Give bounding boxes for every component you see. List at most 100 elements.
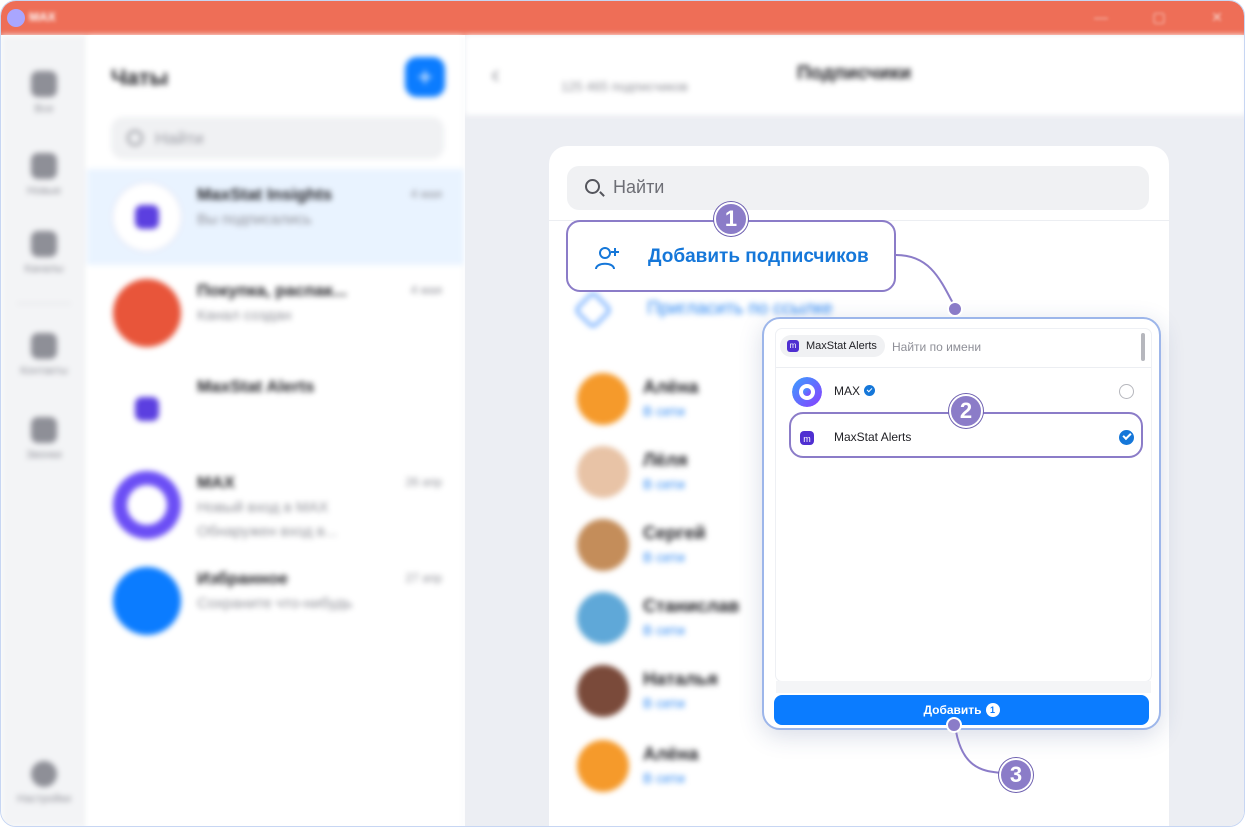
app-name: MAX [29,10,56,24]
avatar [577,592,629,644]
avatar [113,471,181,539]
app-window: MAX — ▢ ✕ Все Новые Каналы Контакты Звон… [0,0,1245,827]
chip-label: MaxStat Alerts [806,340,877,352]
chat-row[interactable]: Покупка, распак... Канал создан 4 мая [87,265,464,361]
chat-time: 27 апр [405,571,442,585]
rail-label: Каналы [24,263,64,275]
avatar [113,375,181,443]
chat-time: 26 апр [405,475,442,489]
chat-list-title: Чаты [111,65,169,90]
rail-item-all[interactable]: Все [1,71,87,115]
add-user-icon [595,247,619,270]
chat-list-panel: Чаты + Найти MaxStat Insights Вы подписа… [87,35,464,826]
subscriber-status: В сети [643,695,685,711]
close-window-button[interactable]: ✕ [1209,9,1225,25]
step-badge-3: 3 [999,758,1033,792]
step-badge-2: 2 [949,394,983,428]
rail-label: Контакты [20,365,68,377]
chat-name: MAX [197,473,235,492]
back-button[interactable]: ‹ [491,59,500,90]
chat-bubble-icon [31,71,57,97]
minimize-button[interactable]: — [1093,9,1109,25]
divider [776,367,1151,368]
chat-row[interactable]: Избранное Сохраните что-нибудь 27 апр [87,553,464,649]
subscriber-name: Станислав [643,596,740,616]
subscriber-name: Алёна [643,377,699,397]
rail-item-channels[interactable]: Каналы [1,231,87,275]
chat-preview: Вы подписались [197,211,312,228]
chat-row[interactable]: MaxStat Alerts [87,361,464,457]
chat-name: Покупка, распак... [197,281,347,300]
avatar [113,279,181,347]
rail-item-calls[interactable]: Звонки [1,417,87,461]
rail-divider [17,303,71,304]
connector-dot [947,301,963,317]
subscriber-name: Лёля [643,450,688,470]
subscriber-status: В сети [643,770,685,786]
list-item[interactable]: Алёна В сети [577,740,1137,796]
chat-name: Избранное [197,569,288,588]
invite-label: Пригласить по ссылке [647,298,833,318]
add-count-badge: 1 [985,703,1000,717]
title-bar: MAX — ▢ ✕ [1,1,1244,35]
avatar [577,373,629,425]
phone-icon [31,417,57,443]
pane-header: ‹ 125 465 подписчиков Подписчики [465,35,1244,115]
subscriber-status: В сети [643,622,685,638]
option-name: MAX [834,384,861,398]
chat-row[interactable]: MAX Новый вход в MAX Обнаружен вход в...… [87,457,464,553]
add-subscribers-popup: m MaxStat Alerts Найти по имени MAX m Ma… [762,317,1161,730]
avatar [577,740,629,792]
chat-search-input[interactable]: Найти [111,117,444,159]
subscriber-search-input[interactable]: Найти [567,166,1149,210]
avatar [113,567,181,635]
avatar [577,446,629,498]
chat-time: 4 мая [410,283,442,297]
name-search-input[interactable]: Найти по имени [892,340,981,354]
maximize-button[interactable]: ▢ [1151,9,1167,25]
contacts-icon [31,333,57,359]
avatar [577,665,629,717]
search-placeholder: Найти [155,129,204,148]
avatar [577,519,629,571]
app-logo-icon [7,9,25,27]
verified-icon [864,385,876,396]
search-icon [585,179,600,194]
option-label: MAX [834,384,876,398]
scrollbar[interactable] [1141,333,1145,361]
new-chat-button[interactable]: + [405,57,445,97]
subscriber-count: 125 465 подписчиков [561,79,688,94]
chat-row[interactable]: MaxStat Insights Вы подписались 4 мая [87,169,464,265]
maxstat-logo-icon: m [787,340,799,352]
max-logo-icon [792,377,822,407]
subscriber-name: Алёна [643,744,699,764]
search-placeholder: Найти [613,177,665,197]
add-button[interactable]: Добавить 1 [774,695,1149,725]
nav-rail: Все Новые Каналы Контакты Звонки Настрой… [1,35,87,826]
rail-item-new[interactable]: Новые [1,153,87,197]
new-chats-icon [31,153,57,179]
chat-name: MaxStat Insights [197,185,333,204]
connector-dot [946,717,962,733]
option-radio[interactable] [1119,384,1134,399]
subscriber-status: В сети [643,476,685,492]
subscriber-name: Сергей [643,523,706,543]
chat-name: MaxStat Alerts [197,377,315,396]
rail-label: Звонки [26,449,62,461]
folder-icon [31,231,57,257]
popup-footer-gap [776,681,1151,693]
avatar [113,183,181,251]
subscriber-status: В сети [643,549,685,565]
add-subscribers-label: Добавить подписчиков [648,246,869,267]
step-badge-1: 1 [714,202,748,236]
subscriber-name: Наталья [643,669,718,689]
add-button-label: Добавить [923,703,982,717]
rail-item-settings[interactable]: Настройки [1,761,87,805]
rail-label: Все [34,103,54,115]
chat-preview: Канал создан [197,307,292,324]
search-icon [127,130,143,146]
rail-label: Настройки [17,793,71,805]
rail-item-contacts[interactable]: Контакты [1,333,87,377]
selected-chip[interactable]: m MaxStat Alerts [780,335,885,357]
subscriber-status: В сети [643,403,685,419]
